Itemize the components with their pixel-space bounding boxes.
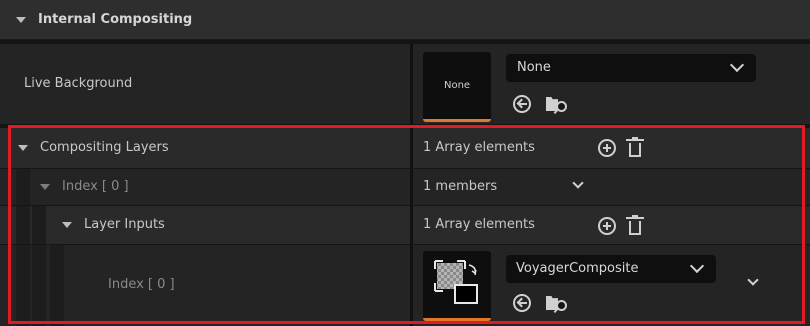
category-title: Internal Compositing — [38, 12, 193, 27]
index-row: Index [ 0 ] 1 members — [0, 169, 810, 205]
compositing-layers-value-cell: 1 Array elements — [413, 128, 810, 168]
chevron-down-icon[interactable] — [747, 274, 759, 286]
indent-guide — [32, 206, 46, 244]
layer-inputs-name-cell: Layer Inputs — [0, 206, 410, 244]
expand-triangle-icon[interactable] — [16, 17, 26, 23]
layer-inputs-row: Layer Inputs 1 Array elements — [0, 206, 810, 244]
chevron-down-icon — [689, 258, 705, 274]
array-count-text: 1 Array elements — [423, 140, 535, 155]
layer-inputs-label: Layer Inputs — [84, 217, 165, 232]
expand-triangle-icon[interactable] — [18, 145, 28, 151]
chevron-down-icon[interactable] — [572, 177, 584, 189]
category-header[interactable]: Internal Compositing — [0, 0, 810, 40]
indent-guide — [50, 245, 64, 326]
asset-picker-combo[interactable]: None — [506, 54, 756, 82]
array-count-text: 1 Array elements — [423, 217, 535, 232]
expand-triangle-icon[interactable] — [62, 222, 72, 228]
add-element-icon[interactable] — [598, 139, 616, 157]
browse-folder-icon[interactable] — [546, 95, 568, 115]
asset-thumbnail[interactable]: None — [423, 52, 491, 122]
input-index-name-cell: Index [ 0 ] — [0, 245, 410, 326]
compositing-layers-name-cell: Compositing Layers — [0, 128, 410, 168]
thumbnail-none-text: None — [444, 80, 471, 91]
asset-picker-selected: VoyagerComposite — [516, 261, 639, 276]
add-element-icon[interactable] — [598, 217, 616, 235]
index-value-cell: 1 members — [413, 169, 810, 205]
layer-inputs-value-cell: 1 Array elements — [413, 206, 810, 244]
expand-triangle-icon[interactable] — [40, 184, 50, 190]
compositing-layers-row: Compositing Layers 1 Array elements — [0, 128, 810, 168]
trash-icon[interactable] — [626, 215, 644, 235]
chevron-down-icon — [729, 57, 745, 73]
live-background-value-cell: None None — [413, 44, 810, 124]
live-background-row: Live Background None None — [0, 44, 810, 124]
asset-picker-combo[interactable]: VoyagerComposite — [506, 255, 716, 283]
input-index-value-cell: VoyagerComposite — [413, 245, 810, 326]
live-background-name-cell: Live Background — [0, 44, 410, 124]
input-index-row: Index [ 0 ] VoyagerComposite — [0, 245, 810, 326]
members-count-text: 1 members — [423, 179, 498, 194]
browse-folder-icon[interactable] — [546, 294, 568, 314]
compositing-layers-label: Compositing Layers — [40, 140, 169, 155]
live-background-label: Live Background — [24, 76, 133, 91]
indent-guide — [32, 245, 46, 326]
texture-thumbnail[interactable] — [423, 251, 491, 321]
composite-texture-icon — [434, 260, 478, 304]
index-label: Index [ 0 ] — [62, 179, 129, 194]
use-selected-arrow-icon[interactable] — [513, 294, 531, 312]
input-index-label: Index [ 0 ] — [108, 277, 175, 292]
indent-guide — [16, 206, 30, 244]
trash-icon[interactable] — [626, 137, 644, 157]
indent-guide — [16, 245, 30, 326]
index-name-cell: Index [ 0 ] — [0, 169, 410, 205]
use-selected-arrow-icon[interactable] — [513, 95, 531, 113]
indent-guide — [16, 169, 30, 205]
asset-picker-selected: None — [517, 60, 551, 75]
